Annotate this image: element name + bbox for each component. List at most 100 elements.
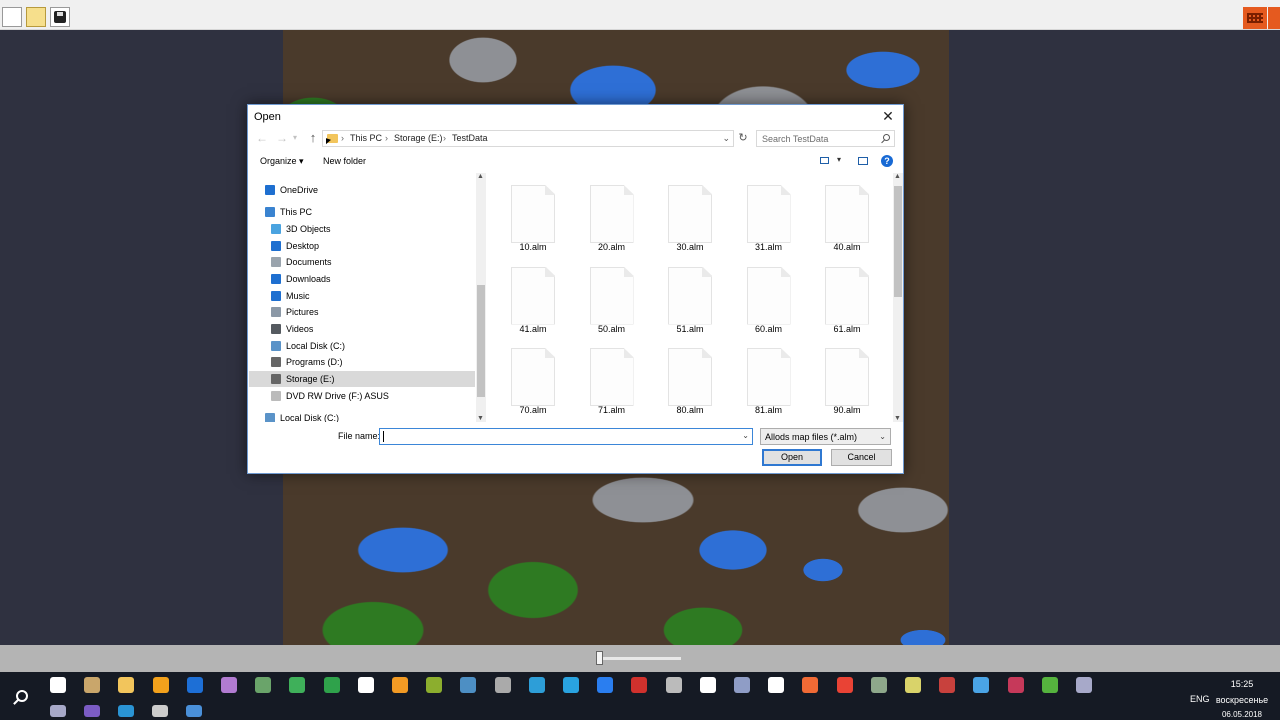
zoom-slider-thumb[interactable] xyxy=(596,651,603,665)
forward-arrow-icon[interactable]: → xyxy=(275,131,289,145)
clock-time[interactable]: 15:25 xyxy=(1222,679,1262,689)
scroll-down-icon[interactable]: ▼ xyxy=(894,415,901,422)
back-arrow-icon[interactable]: ← xyxy=(255,131,269,145)
scrollbar-thumb[interactable] xyxy=(894,186,902,297)
refresh-icon[interactable]: ↻ xyxy=(735,130,751,147)
file-item[interactable]: 60.alm xyxy=(727,260,799,338)
file-item[interactable]: 80.alm xyxy=(648,341,720,419)
view-options-icon[interactable] xyxy=(820,157,829,164)
file-item[interactable]: 51.alm xyxy=(648,260,720,338)
language-indicator[interactable]: ENG xyxy=(1190,694,1210,704)
scrollbar-thumb[interactable] xyxy=(477,285,485,397)
scroll-up-icon[interactable]: ▲ xyxy=(894,173,901,180)
file-item[interactable]: 31.alm xyxy=(727,178,799,256)
file-name-field[interactable]: ⌄ xyxy=(379,428,753,445)
open-folder-button[interactable] xyxy=(26,7,46,27)
nav-item[interactable]: Documents xyxy=(249,254,475,270)
zoom-slider-track[interactable] xyxy=(599,657,681,660)
taskbar-app-icon[interactable] xyxy=(152,705,168,717)
new-file-button[interactable] xyxy=(2,7,22,27)
taskbar-app-icon[interactable] xyxy=(1007,677,1024,693)
search-icon[interactable] xyxy=(16,690,28,702)
file-name-input[interactable] xyxy=(382,430,732,443)
help-icon[interactable]: ? xyxy=(881,155,893,167)
taskbar-app-icon[interactable] xyxy=(84,705,100,717)
chevron-down-icon[interactable]: ▾ xyxy=(837,155,841,164)
taskbar-app-icon[interactable] xyxy=(84,677,101,693)
taskbar-app-icon[interactable] xyxy=(494,677,511,693)
preview-pane-icon[interactable] xyxy=(858,157,868,165)
extra-tool-button[interactable] xyxy=(1268,7,1280,29)
taskbar-app-icon[interactable] xyxy=(186,705,202,717)
taskbar-app-icon[interactable] xyxy=(699,677,716,693)
scroll-down-icon[interactable]: ▼ xyxy=(477,415,484,422)
clock-date[interactable]: 06.05.2018 xyxy=(1216,710,1268,719)
taskbar-app-icon[interactable] xyxy=(836,677,853,693)
breadcrumb-separator-icon[interactable]: › xyxy=(385,133,388,143)
taskbar-app-icon[interactable] xyxy=(289,677,306,693)
taskbar-app-icon[interactable] xyxy=(870,677,887,693)
save-button[interactable] xyxy=(50,7,70,27)
new-folder-button[interactable]: New folder xyxy=(323,156,366,166)
file-item[interactable]: 10.alm xyxy=(491,178,563,256)
nav-item[interactable]: Pictures xyxy=(249,304,475,320)
nav-item[interactable]: OneDrive xyxy=(249,182,475,198)
nav-item[interactable]: Storage (E:) xyxy=(249,371,475,387)
taskbar-app-icon[interactable] xyxy=(597,677,614,693)
nav-item[interactable]: Local Disk (C:) xyxy=(249,338,475,354)
taskbar-app-icon[interactable] xyxy=(50,705,66,717)
recent-locations-chevron-icon[interactable]: ▾ xyxy=(293,133,297,142)
taskbar-app-icon[interactable] xyxy=(734,677,750,693)
file-item[interactable]: 70.alm xyxy=(491,341,563,419)
chevron-down-icon[interactable]: ⌄ xyxy=(742,431,749,440)
close-icon[interactable]: ✕ xyxy=(881,108,895,124)
taskbar-app-icon[interactable] xyxy=(323,677,340,693)
file-item[interactable]: 30.alm xyxy=(648,178,720,256)
nav-item[interactable]: 3D Objects xyxy=(249,221,475,237)
file-list-scrollbar[interactable]: ▲ ▼ xyxy=(893,173,903,422)
breadcrumb-storage[interactable]: Storage (E:) xyxy=(394,133,443,143)
taskbar-app-icon[interactable] xyxy=(426,677,443,693)
nav-item[interactable]: Downloads xyxy=(249,271,475,287)
file-item[interactable]: 81.alm xyxy=(727,341,799,419)
taskbar-app-icon[interactable] xyxy=(528,677,545,693)
taskbar-app-icon[interactable] xyxy=(152,677,169,693)
nav-item[interactable]: Music xyxy=(249,288,475,304)
nav-item[interactable]: Desktop xyxy=(249,238,475,254)
taskbar-app-icon[interactable] xyxy=(973,677,990,693)
nav-item[interactable]: DVD RW Drive (F:) ASUS xyxy=(249,388,475,404)
taskbar-app-icon[interactable] xyxy=(802,677,819,693)
nav-item[interactable]: This PC xyxy=(249,204,475,220)
nav-item[interactable]: Local Disk (C:) xyxy=(249,410,475,422)
open-button[interactable]: Open xyxy=(762,449,822,466)
file-item[interactable]: 90.alm xyxy=(805,341,877,419)
taskbar-app-icon[interactable] xyxy=(357,677,374,693)
file-item[interactable]: 20.alm xyxy=(570,178,642,256)
breadcrumb-testdata[interactable]: TestData xyxy=(452,133,488,143)
taskbar-app-icon[interactable] xyxy=(768,677,785,693)
nav-item[interactable]: Videos xyxy=(249,321,475,337)
clock-day[interactable]: воскресенье xyxy=(1214,695,1270,705)
cancel-button[interactable]: Cancel xyxy=(831,449,892,466)
taskbar-app-icon[interactable] xyxy=(665,677,682,693)
taskbar-app-icon[interactable] xyxy=(1076,677,1092,693)
breadcrumb-this-pc[interactable]: This PC xyxy=(350,133,382,143)
taskbar-app-icon[interactable] xyxy=(186,677,203,693)
file-item[interactable]: 41.alm xyxy=(491,260,563,338)
search-input[interactable] xyxy=(757,131,877,146)
taskbar-app-icon[interactable] xyxy=(460,677,477,693)
taskbar-app-icon[interactable] xyxy=(255,677,272,693)
taskbar-app-icon[interactable] xyxy=(939,677,956,693)
file-item[interactable]: 71.alm xyxy=(570,341,642,419)
taskbar-app-icon[interactable] xyxy=(118,705,134,717)
navigation-scrollbar[interactable]: ▲ ▼ xyxy=(476,173,486,422)
file-item[interactable]: 40.alm xyxy=(805,178,877,256)
taskbar-app-icon[interactable] xyxy=(118,677,135,693)
breadcrumb-separator-icon[interactable]: › xyxy=(341,133,344,143)
taskbar-app-icon[interactable] xyxy=(1041,677,1058,693)
scroll-up-icon[interactable]: ▲ xyxy=(477,173,484,180)
organize-button[interactable]: Organize ▾ xyxy=(260,156,304,167)
taskbar-app-icon[interactable] xyxy=(50,677,66,693)
chevron-down-icon[interactable]: ⌄ xyxy=(879,432,886,441)
grid-toggle-button[interactable] xyxy=(1243,7,1267,29)
